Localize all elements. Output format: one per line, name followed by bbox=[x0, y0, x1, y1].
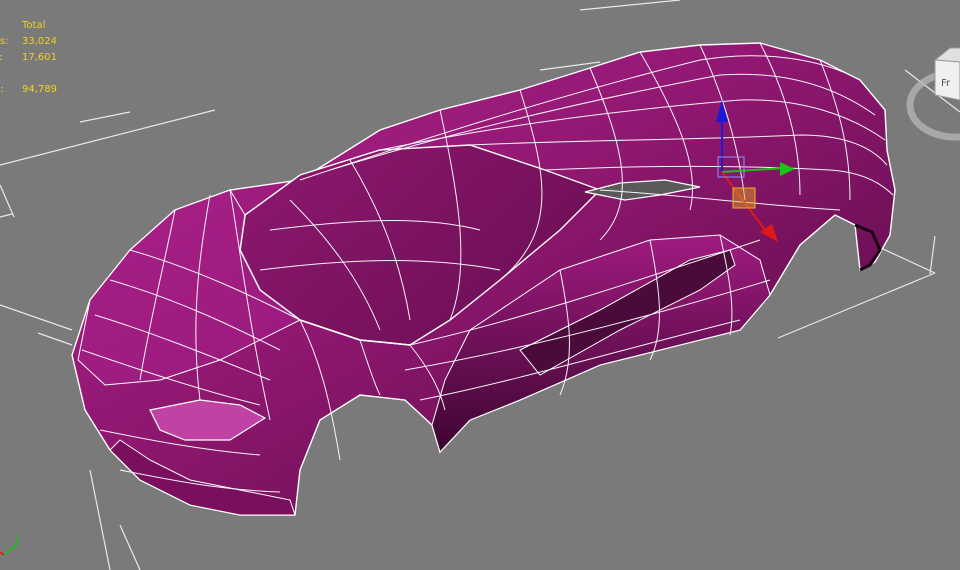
stats-label: S: bbox=[0, 84, 4, 95]
viewcube-face-label: Fr bbox=[941, 78, 951, 89]
viewport-scene[interactable]: Fr y bbox=[0, 0, 960, 570]
gizmo-plane-handle[interactable] bbox=[732, 187, 756, 209]
stats-label: vs: bbox=[0, 36, 9, 47]
stats-value: 33,024 bbox=[22, 36, 57, 47]
stats-value: 94,789 bbox=[22, 84, 57, 95]
stats-label: s: bbox=[0, 50, 3, 66]
stats-value: 17,601 bbox=[22, 52, 57, 63]
viewcube[interactable]: Fr bbox=[906, 47, 960, 141]
axis-tripod: y bbox=[0, 534, 21, 556]
perspective-viewport[interactable]: Fr y Total vs: 33,024 s: 17,601 S: 94,78… bbox=[0, 0, 960, 570]
stats-header: Total bbox=[22, 20, 46, 31]
car-body-model[interactable] bbox=[71, 42, 896, 516]
axis-y-label: y bbox=[15, 534, 21, 544]
